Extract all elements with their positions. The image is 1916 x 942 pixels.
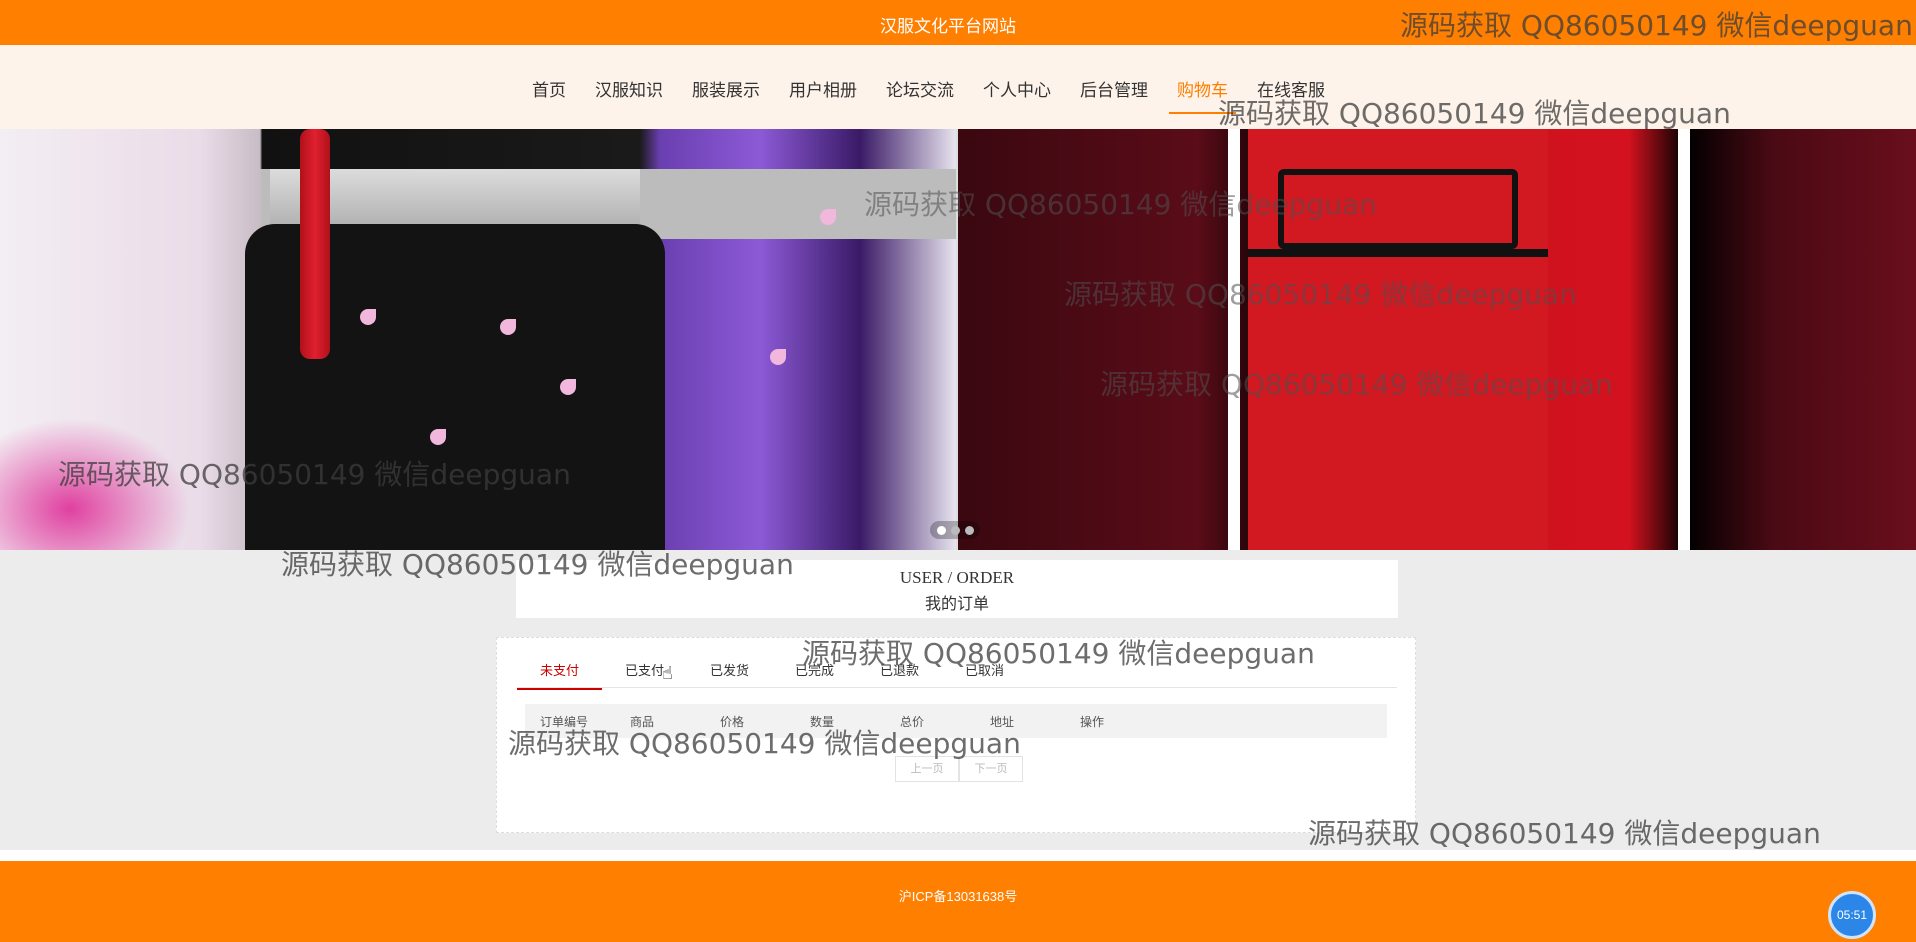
robe-stripe (1228, 129, 1240, 550)
column-header: 操作 (1080, 714, 1105, 729)
tab-refunded[interactable]: 已退款 (857, 658, 942, 687)
nav-item-forum[interactable]: 论坛交流 (886, 76, 954, 101)
nav-item-hanfu-knowledge[interactable]: 汉服知识 (595, 76, 663, 101)
carousel-indicator (930, 521, 980, 539)
site-title: 汉服文化平台网站 (880, 17, 1016, 36)
tab-completed[interactable]: 已完成 (772, 658, 857, 687)
column-header: 数量 (810, 714, 835, 729)
petal-decoration (770, 349, 786, 365)
column-header: 订单编号 (540, 714, 589, 729)
nav-list: 首页 汉服知识 服装展示 用户相册 论坛交流 个人中心 后台管理 购物车 在线客… (532, 76, 1354, 114)
robe-band (1248, 249, 1548, 257)
section-title-cn: 我的订单 (924, 596, 989, 613)
banner-image-robe (958, 129, 1916, 550)
nav-item-user-album[interactable]: 用户相册 (789, 76, 857, 101)
nav-item-clothing-showcase[interactable]: 服装展示 (692, 76, 760, 101)
next-page-button[interactable]: 下一页 (959, 756, 1023, 782)
column-header: 地址 (990, 714, 1015, 729)
clock-badge[interactable]: 05:51 (1828, 891, 1876, 939)
orders-panel: 未支付 已支付 已发货 已完成 已退款 已取消 ☝ 订单编号 商品 价格 数量 … (496, 637, 1416, 833)
nav-item-admin[interactable]: 后台管理 (1080, 76, 1148, 101)
petal-decoration (500, 319, 516, 335)
carousel-dot[interactable] (950, 525, 960, 535)
petal-decoration (820, 209, 836, 225)
nav-item-online-service[interactable]: 在线客服 (1257, 76, 1325, 101)
nav-item-cart[interactable]: 购物车 (1169, 76, 1236, 114)
nav-item-home[interactable]: 首页 (532, 76, 566, 101)
order-status-tabs: 未支付 已支付 已发货 已完成 已退款 已取消 (517, 658, 1397, 690)
column-header: 价格 (720, 714, 745, 729)
tab-cancelled[interactable]: 已取消 (942, 658, 1027, 687)
footer: 沪ICP备13031638号 (0, 861, 1916, 942)
banner-carousel[interactable] (0, 129, 1916, 550)
robe-stripe (1678, 129, 1690, 550)
carousel-dot[interactable] (964, 525, 974, 535)
carousel-dot[interactable] (936, 525, 946, 535)
hand-cursor-icon: ☝ (662, 663, 673, 683)
tab-unpaid[interactable]: 未支付 (517, 658, 602, 690)
main-nav: 首页 汉服知识 服装展示 用户相册 论坛交流 个人中心 后台管理 购物车 在线客… (0, 45, 1916, 129)
icp-record: 沪ICP备13031638号 (898, 889, 1018, 904)
tab-paid[interactable]: 已支付 (602, 658, 687, 687)
footer-spacer (0, 850, 1916, 861)
petal-decoration (430, 429, 446, 445)
section-title-en: USER / ORDER (899, 568, 1015, 587)
petal-decoration (560, 379, 576, 395)
prev-page-button[interactable]: 上一页 (895, 756, 959, 782)
orders-table-header: 订单编号 商品 价格 数量 总价 地址 操作 (525, 704, 1387, 738)
robe-pattern (1278, 169, 1518, 249)
top-bar: 汉服文化平台网站 (0, 0, 1916, 45)
pagination: 上一页 下一页 (895, 756, 1023, 782)
column-header: 总价 (900, 714, 925, 729)
nav-item-personal-center[interactable]: 个人中心 (983, 76, 1051, 101)
petal-decoration (360, 309, 376, 325)
kimono-cord (300, 129, 330, 359)
column-header: 商品 (630, 714, 655, 729)
tab-shipped[interactable]: 已发货 (687, 658, 772, 687)
section-title-box: USER / ORDER 我的订单 (516, 560, 1398, 618)
banner-image-kimono (0, 129, 956, 550)
